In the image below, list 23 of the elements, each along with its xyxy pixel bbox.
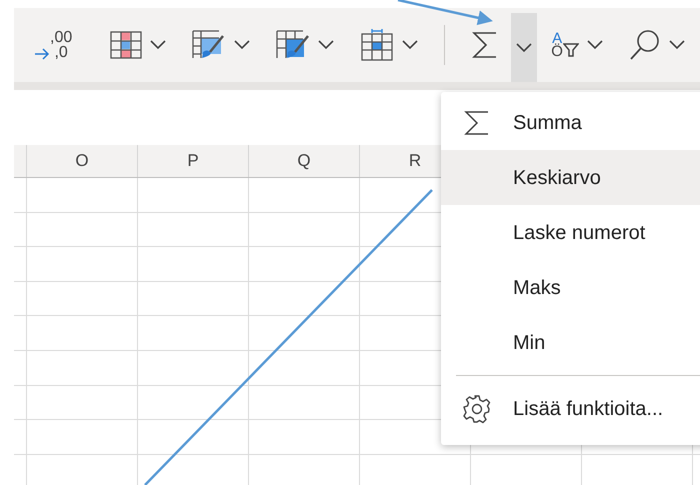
menu-item[interactable]: Keskiarvo bbox=[441, 150, 700, 205]
column-header[interactable]: P bbox=[138, 145, 249, 177]
decrease-decimal-button[interactable]: ,00 ,0 bbox=[34, 20, 84, 70]
letter-a-label: A bbox=[552, 32, 562, 45]
column-header[interactable]: O bbox=[27, 145, 138, 177]
letter-o-label: Ö bbox=[551, 45, 563, 58]
menu-item[interactable]: Laske numerot bbox=[441, 205, 700, 260]
menu-item[interactable]: Lisää funktioita... bbox=[441, 381, 700, 436]
column-header[interactable]: Q bbox=[249, 145, 360, 177]
cells-brush-icon bbox=[276, 30, 310, 60]
table-brush-icon bbox=[192, 30, 226, 60]
cell-resize-icon bbox=[360, 29, 394, 61]
search-icon bbox=[628, 29, 661, 61]
filter-icon bbox=[562, 42, 579, 58]
menu-item[interactable]: Min bbox=[441, 315, 700, 370]
settings-icon bbox=[462, 394, 492, 424]
sigma-icon bbox=[464, 110, 490, 136]
decimal-label: ,00 bbox=[50, 30, 72, 45]
menu-item[interactable]: Maks bbox=[441, 260, 700, 315]
grid-cells-icon bbox=[110, 31, 142, 59]
sort-filter-button[interactable]: A Ö bbox=[539, 20, 615, 70]
arrow-right-icon bbox=[34, 48, 50, 60]
decimal-label: ,0 bbox=[53, 45, 69, 60]
